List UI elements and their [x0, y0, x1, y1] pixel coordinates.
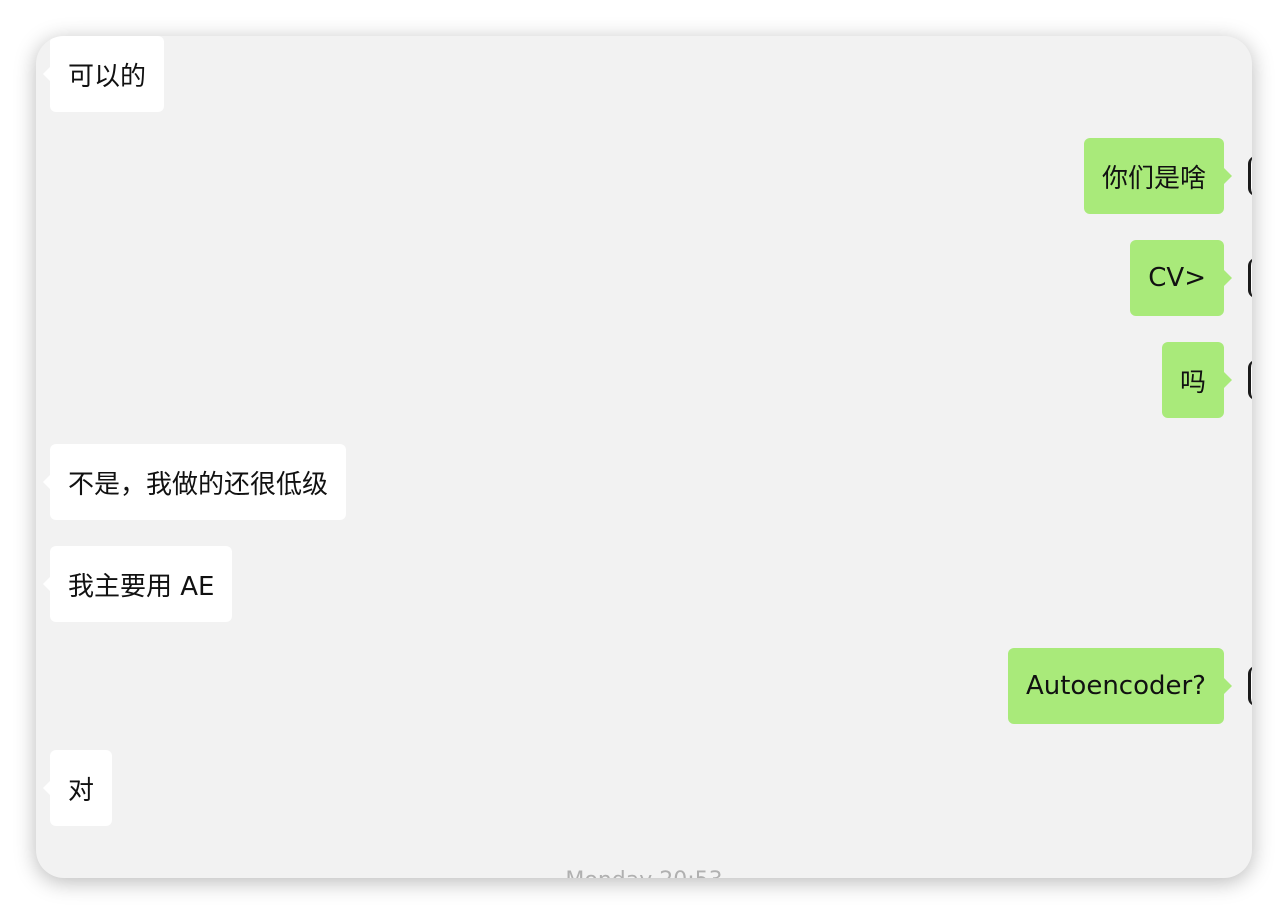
message-text: 我主要用 AE — [68, 571, 215, 602]
avatar[interactable] — [1248, 258, 1252, 298]
message-text: 对 — [68, 775, 95, 806]
message-text: CV> — [1148, 263, 1206, 293]
message-text: 不是，我做的还很低级 — [68, 469, 329, 500]
message-text: Autoencoder? — [1025, 671, 1206, 701]
chat-window: 可以的 你们是啥 CV> 吗 不是，我做的还很低级 我主要用 AE Autoen… — [36, 36, 1252, 878]
avatar[interactable] — [1248, 360, 1252, 400]
avatar[interactable] — [1248, 666, 1252, 706]
message-text: 吗 — [1179, 367, 1206, 398]
message-bubble-incoming[interactable]: 可以的 — [42, 36, 165, 112]
message-bubble-outgoing[interactable]: 你们是啥 — [1083, 138, 1233, 214]
timestamp: Monday 20:53 — [36, 868, 1252, 878]
message-bubble-incoming[interactable]: 不是，我做的还很低级 — [42, 444, 347, 520]
avatar[interactable] — [1248, 156, 1252, 196]
message-bubble-incoming[interactable]: 对 — [42, 750, 113, 826]
message-text: 你们是啥 — [1101, 163, 1206, 194]
message-bubble-outgoing[interactable]: Autoencoder? — [1007, 648, 1233, 724]
message-bubble-outgoing[interactable]: 吗 — [1161, 342, 1233, 418]
message-bubble-outgoing[interactable]: CV> — [1130, 240, 1232, 316]
message-text: 可以的 — [68, 61, 147, 92]
message-bubble-incoming[interactable]: 我主要用 AE — [42, 546, 233, 622]
